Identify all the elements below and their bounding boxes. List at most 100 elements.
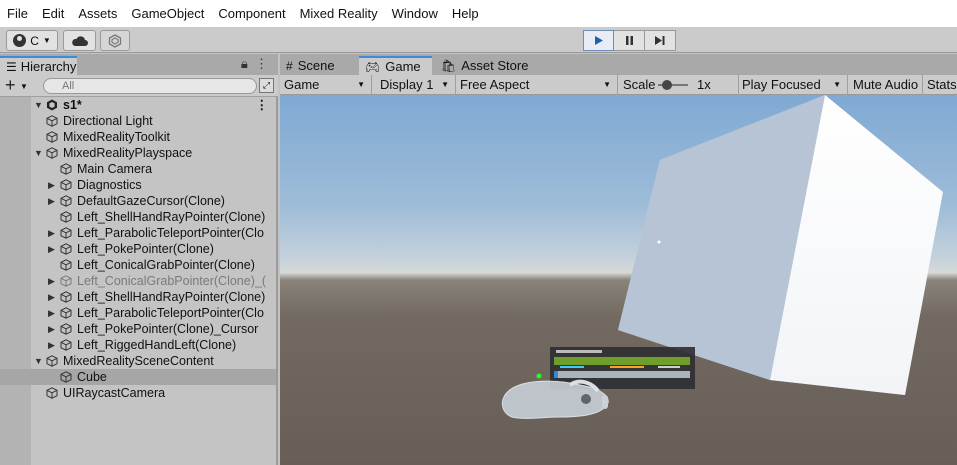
game-toolbar: Game ▼ Display 1 ▼ Free Aspect ▼ Scale 1… (280, 75, 957, 95)
menu-item-assets[interactable]: Assets (71, 0, 124, 27)
lock-icon[interactable]: 🔒︎ (241, 56, 248, 71)
chevron-down-icon: ▼ (603, 80, 611, 89)
hierarchy-item-label: Left_PokePointer(Clone) (77, 242, 214, 256)
tab-hierarchy[interactable]: ☰ Hierarchy (0, 56, 77, 75)
tab-scene[interactable]: # Scene (280, 56, 357, 75)
gameobject-cube-icon (60, 339, 72, 351)
menu-item-component[interactable]: Component (211, 0, 292, 27)
tab-asset-store-label: Asset Store (461, 58, 529, 73)
expand-arrow-icon[interactable]: ▶ (48, 305, 55, 321)
menu-item-edit[interactable]: Edit (35, 0, 71, 27)
play-mode-dropdown[interactable]: Play Focused ▼ (738, 75, 848, 95)
display-dropdown[interactable]: Display 1 ▼ (376, 75, 456, 95)
expand-arrow-icon[interactable]: ▶ (48, 321, 55, 337)
scene-row[interactable]: ▼ s1* ⋮ (0, 97, 276, 113)
more-options-icon[interactable]: ⋮ (255, 56, 268, 71)
expand-arrow-icon[interactable]: ▶ (48, 337, 55, 353)
gameobject-cube-icon (60, 371, 72, 383)
display-mode-dropdown[interactable]: Game ▼ (280, 75, 372, 95)
chevron-down-icon: ▼ (833, 80, 841, 89)
cloud-icon (71, 35, 88, 46)
hierarchy-item[interactable]: UIRaycastCamera (0, 385, 276, 401)
mute-audio-button[interactable]: Mute Audio (849, 75, 923, 95)
expand-arrow-icon[interactable]: ▶ (48, 273, 55, 289)
collapse-arrow-icon[interactable]: ▼ (34, 145, 43, 161)
hierarchy-item[interactable]: ▼ MixedRealitySceneContent (0, 353, 276, 369)
chevron-down-icon: ▼ (42, 36, 51, 45)
play-button[interactable] (583, 30, 614, 51)
expand-arrow-icon[interactable]: ▶ (48, 177, 55, 193)
hierarchy-item[interactable]: Left_ConicalGrabPointer(Clone) (0, 257, 276, 273)
game-viewport[interactable] (280, 95, 957, 465)
more-options-icon[interactable]: ⋮ (256, 97, 269, 113)
hierarchy-item[interactable]: Cube (0, 369, 276, 385)
pause-button[interactable] (614, 30, 645, 51)
hierarchy-item[interactable]: ▶ DefaultGazeCursor(Clone) (0, 193, 276, 209)
cloud-button[interactable] (63, 30, 96, 51)
expand-arrow-icon[interactable]: ▶ (48, 225, 55, 241)
expand-arrow-icon[interactable]: ▶ (48, 193, 55, 209)
expand-arrow-icon[interactable]: ▶ (48, 241, 55, 257)
menu-item-gameobject[interactable]: GameObject (124, 0, 211, 27)
aspect-dropdown[interactable]: Free Aspect ▼ (456, 75, 618, 95)
hierarchy-tab-bar: ☰ Hierarchy 🔒︎ ⋮ (0, 54, 278, 75)
display-label: Display 1 (380, 77, 434, 92)
hierarchy-item[interactable]: ▶ Left_ConicalGrabPointer(Clone)_( (0, 273, 276, 289)
gameobject-cube-icon (60, 243, 72, 255)
stats-label: Stats (927, 77, 957, 92)
hierarchy-item[interactable]: Main Camera (0, 161, 276, 177)
hierarchy-item-label: Left_ConicalGrabPointer(Clone)_( (77, 274, 266, 288)
hierarchy-item-label: Left_ParabolicTeleportPointer(Clo (77, 226, 264, 240)
shopping-bag-icon: 🛍︎ (441, 58, 457, 73)
hierarchy-search-input[interactable] (43, 78, 257, 94)
account-button[interactable]: C ▼ (6, 30, 58, 51)
gameobject-cube-icon (46, 355, 58, 367)
gameobject-cube-icon (46, 147, 58, 159)
gameobject-cube-icon (46, 115, 58, 127)
gameobject-cube-icon (46, 131, 58, 143)
collab-icon (108, 33, 122, 48)
hierarchy-item[interactable]: ▶ Left_ParabolicTeleportPointer(Clo (0, 305, 276, 321)
hierarchy-panel: ☰ Hierarchy 🔒︎ ⋮ + ▼ ⌕ ⤢ ▼ s1* ⋮ Directi… (0, 54, 278, 465)
tab-asset-store[interactable]: 🛍︎ Asset Store (435, 56, 545, 75)
hand-pointer-dot (536, 373, 542, 379)
pause-icon (625, 36, 633, 45)
add-icon[interactable]: + (5, 75, 16, 96)
scale-slider-handle[interactable] (662, 80, 672, 90)
collab-button[interactable] (100, 30, 130, 51)
menu-item-file[interactable]: File (0, 0, 35, 27)
gameobject-cube-icon (60, 291, 72, 303)
step-button[interactable] (645, 30, 676, 51)
hierarchy-item[interactable]: ▶ Diagnostics (0, 177, 276, 193)
hierarchy-item[interactable]: ▶ Left_PokePointer(Clone)_Cursor (0, 321, 276, 337)
gamepad-icon: 🎮︎ (365, 59, 381, 74)
menu-item-help[interactable]: Help (445, 0, 486, 27)
play-icon (595, 36, 603, 45)
hierarchy-item[interactable]: ▶ Left_PokePointer(Clone) (0, 241, 276, 257)
chevron-down-icon[interactable]: ▼ (20, 82, 28, 91)
gameobject-cube-icon (60, 195, 72, 207)
collapse-arrow-icon[interactable]: ▼ (34, 353, 43, 369)
tab-game[interactable]: 🎮︎ Game (359, 56, 432, 75)
stats-button[interactable]: Stats (923, 75, 957, 95)
menu-item-mixed-reality[interactable]: Mixed Reality (293, 0, 385, 27)
scale-label: Scale (623, 77, 656, 92)
hierarchy-item[interactable]: Directional Light (0, 113, 276, 129)
hierarchy-item[interactable]: ▶ Left_ShellHandRayPointer(Clone) (0, 289, 276, 305)
hierarchy-item-label: MixedRealityToolkit (63, 130, 170, 144)
menu-item-window[interactable]: Window (385, 0, 445, 27)
gameobject-cube-icon (60, 227, 72, 239)
gameobject-cube-icon (60, 307, 72, 319)
hierarchy-item[interactable]: MixedRealityToolkit (0, 129, 276, 145)
hierarchy-item[interactable]: ▶ Left_ParabolicTeleportPointer(Clo (0, 225, 276, 241)
search-scene-button[interactable]: ⤢ (259, 78, 274, 93)
aspect-label: Free Aspect (460, 77, 530, 92)
hierarchy-item[interactable]: ▼ MixedRealityPlayspace (0, 145, 276, 161)
hierarchy-item-label: Left_ConicalGrabPointer(Clone) (77, 258, 255, 272)
play-mode-label: Play Focused (742, 77, 821, 92)
game-tab-bar: # Scene 🎮︎ Game 🛍︎ Asset Store (280, 54, 957, 75)
expand-arrow-icon[interactable]: ▼ (34, 97, 43, 113)
hierarchy-item[interactable]: Left_ShellHandRayPointer(Clone) (0, 209, 276, 225)
expand-arrow-icon[interactable]: ▶ (48, 289, 55, 305)
hierarchy-item[interactable]: ▶ Left_RiggedHandLeft(Clone) (0, 337, 276, 353)
